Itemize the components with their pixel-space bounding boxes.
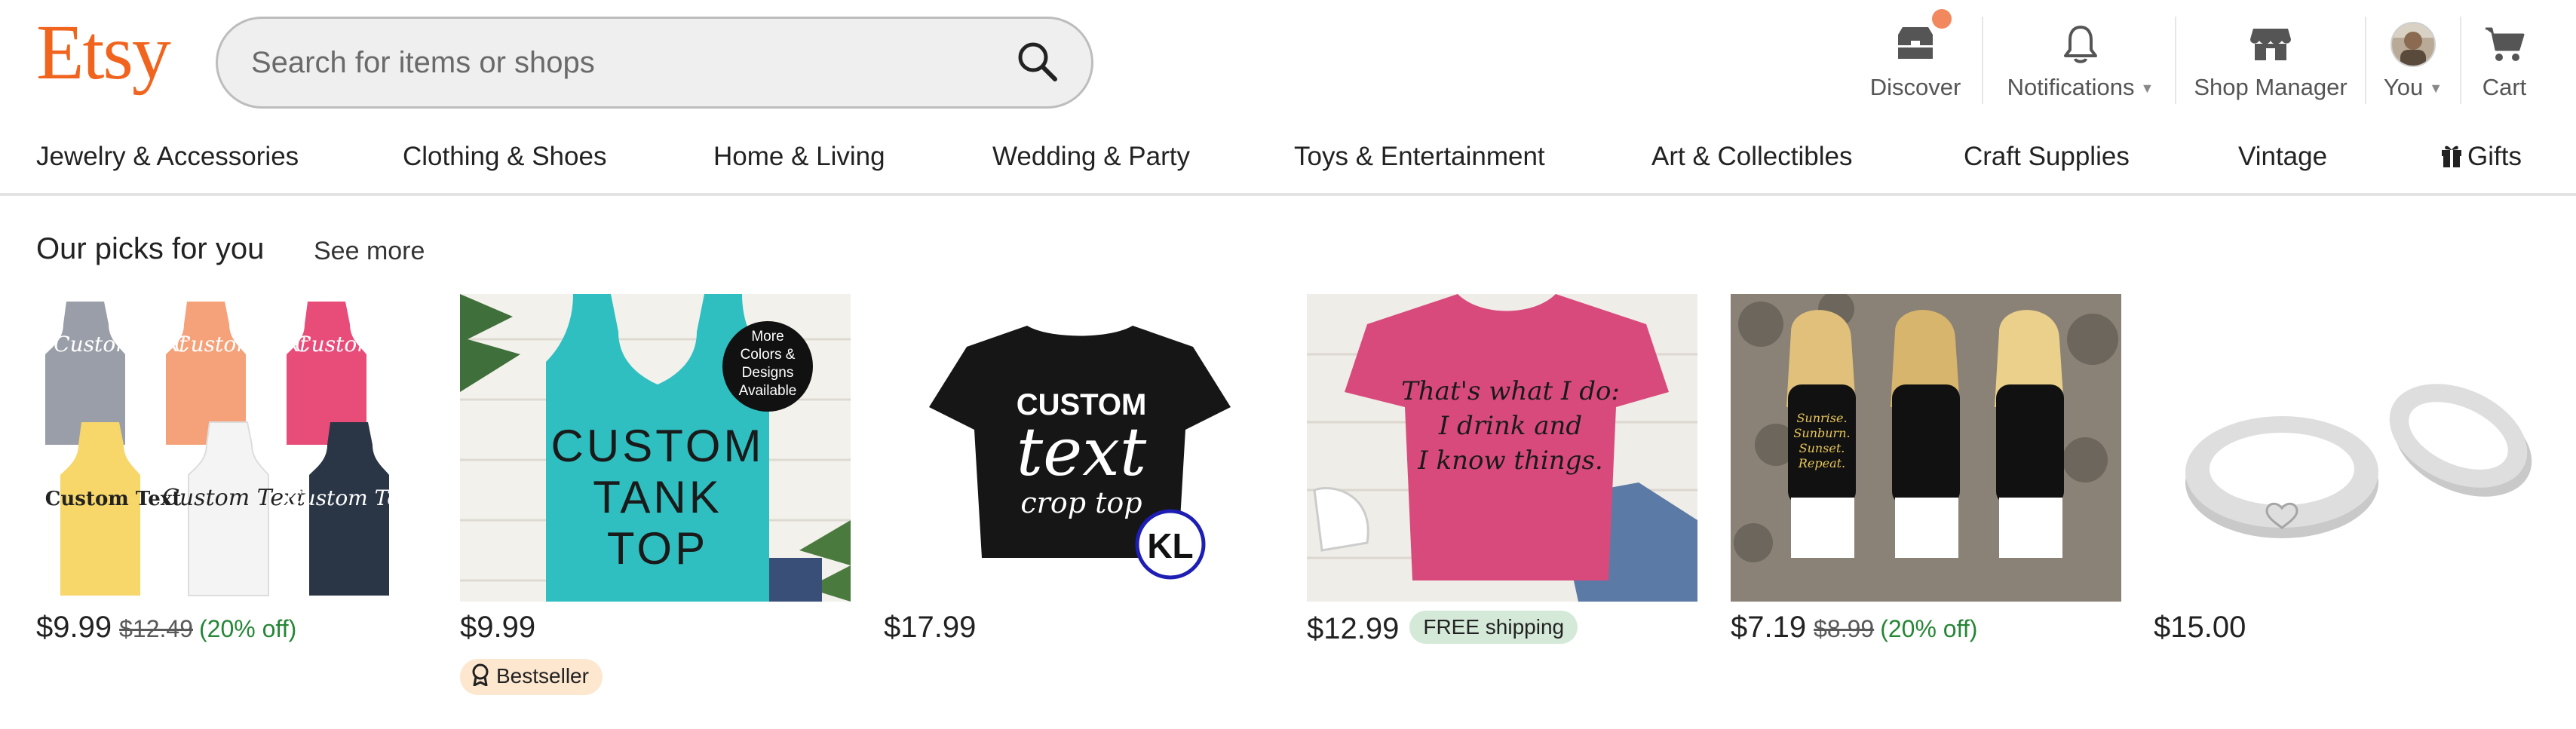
bell-icon bbox=[2057, 21, 2104, 68]
section-title: Our picks for you bbox=[36, 232, 265, 265]
sticker-text: Available bbox=[739, 383, 797, 399]
product-image: That's what I do: I drink and I know thi… bbox=[1307, 294, 1697, 602]
award-icon bbox=[472, 663, 489, 687]
tank-text: Custom Text bbox=[54, 332, 188, 357]
nav-discover-label: Discover bbox=[1869, 74, 1961, 100]
category-gifts-label: Gifts bbox=[2467, 142, 2522, 171]
product-card[interactable]: CUSTOM TANK TOP More Colors & Designs Av… bbox=[460, 294, 851, 716]
avatar bbox=[2390, 21, 2436, 68]
shirt-text: I drink and bbox=[1438, 411, 1582, 441]
nav-you[interactable]: You ▼ bbox=[2375, 15, 2451, 106]
nav-divider bbox=[2460, 17, 2461, 104]
nav-shop-manager[interactable]: Shop Manager bbox=[2184, 15, 2357, 106]
product-card[interactable]: Sunrise. Sunburn. Sunset. Repeat. $7.19 $… bbox=[1731, 294, 2121, 716]
tank-text: Sunburn. bbox=[1793, 426, 1850, 440]
nav-you-label: You bbox=[2383, 74, 2424, 100]
original-price: $12.49 bbox=[119, 615, 193, 642]
tank-text: Custom Text bbox=[162, 485, 306, 511]
sticker-text: Colors & bbox=[741, 347, 796, 363]
category-vintage[interactable]: Vintage bbox=[2238, 142, 2327, 172]
notification-dot bbox=[1932, 9, 1952, 29]
product-card[interactable]: CUSTOM text crop top KL $17.99 bbox=[884, 294, 1274, 716]
chevron-down-icon: ▼ bbox=[2429, 81, 2443, 96]
nav-notifications[interactable]: Notifications ▼ bbox=[1991, 15, 2170, 106]
product-card[interactable]: That's what I do: I drink and I know thi… bbox=[1307, 294, 1697, 716]
product-price: $9.99 bbox=[36, 611, 112, 644]
nav-divider bbox=[1982, 17, 1983, 104]
product-image bbox=[2154, 294, 2544, 602]
shirt-text: That's what I do: bbox=[1401, 376, 1620, 406]
category-craft[interactable]: Craft Supplies bbox=[1964, 142, 2130, 172]
nav-shop-manager-label: Shop Manager bbox=[2194, 74, 2348, 100]
nav-cart[interactable]: Cart bbox=[2470, 15, 2538, 106]
nav-divider bbox=[2365, 17, 2366, 104]
product-image: CUSTOM text crop top KL bbox=[884, 294, 1274, 602]
tank-text: Repeat. bbox=[1798, 456, 1845, 470]
tank-text: Sunrise. bbox=[1796, 411, 1847, 425]
category-jewelry[interactable]: Jewelry & Accessories bbox=[36, 142, 299, 172]
sticker-text: More bbox=[751, 329, 784, 345]
product-card[interactable]: $15.00 bbox=[2154, 294, 2544, 716]
shirt-text: text bbox=[1017, 413, 1147, 491]
nav-discover[interactable]: Discover bbox=[1863, 9, 1968, 106]
search-input[interactable] bbox=[251, 19, 960, 106]
shirt-text: I know things. bbox=[1417, 446, 1602, 476]
product-price: $15.00 bbox=[2154, 611, 2246, 644]
category-gifts[interactable]: Gifts bbox=[2440, 142, 2522, 172]
tank-text: CUSTOM bbox=[551, 421, 765, 471]
product-image: CUSTOM TANK TOP More Colors & Designs Av… bbox=[460, 294, 851, 602]
product-image: Custom Text Custom Text Custom Text Cust… bbox=[36, 294, 427, 602]
product-price: $17.99 bbox=[884, 611, 977, 644]
tank-text: Custom Text bbox=[174, 332, 308, 357]
sticker-text: Designs bbox=[742, 365, 794, 381]
tank-text: TANK bbox=[593, 472, 722, 522]
free-shipping-badge: FREE shipping bbox=[1409, 611, 1578, 644]
etsy-logo[interactable]: Etsy bbox=[36, 14, 171, 92]
header: Etsy Discover bbox=[0, 0, 2576, 121]
tank-text: Custom Text bbox=[286, 485, 420, 510]
product-image: Sunrise. Sunburn. Sunset. Repeat. bbox=[1731, 294, 2121, 602]
nav-divider bbox=[2175, 17, 2176, 104]
cart-icon bbox=[2481, 21, 2528, 68]
category-home[interactable]: Home & Living bbox=[713, 142, 885, 172]
chevron-down-icon: ▼ bbox=[2140, 81, 2154, 96]
category-clothing[interactable]: Clothing & Shoes bbox=[403, 142, 606, 172]
category-art[interactable]: Art & Collectibles bbox=[1651, 142, 1852, 172]
tank-text: Sunset. bbox=[1799, 441, 1845, 455]
product-price: $7.19 bbox=[1731, 611, 1807, 644]
tank-text: Custom Text bbox=[295, 332, 427, 357]
category-toys[interactable]: Toys & Entertainment bbox=[1294, 142, 1545, 172]
badge-label: Bestseller bbox=[496, 664, 589, 688]
gift-icon bbox=[2442, 145, 2461, 167]
product-price: $9.99 bbox=[460, 611, 536, 644]
shirt-text: crop top bbox=[1020, 486, 1142, 519]
product-price: $12.99 bbox=[1307, 612, 1400, 645]
product-card[interactable]: Custom Text Custom Text Custom Text Cust… bbox=[36, 294, 427, 716]
nav-notifications-label: Notifications bbox=[2007, 74, 2135, 100]
discount-label: (20% off) bbox=[198, 615, 297, 642]
nav-cart-label: Cart bbox=[2482, 74, 2527, 100]
discover-icon bbox=[1892, 21, 1939, 68]
search-bar bbox=[216, 17, 1093, 109]
discount-label: (20% off) bbox=[1880, 615, 1978, 642]
tank-text: Custom Text bbox=[45, 488, 182, 510]
see-more-link[interactable]: See more bbox=[314, 237, 425, 266]
shop-icon bbox=[2247, 21, 2294, 68]
category-nav: Jewelry & Accessories Clothing & Shoes H… bbox=[0, 121, 2576, 196]
brand-logo-text: KL bbox=[1147, 526, 1193, 565]
bestseller-badge: Bestseller bbox=[460, 659, 603, 695]
category-wedding[interactable]: Wedding & Party bbox=[992, 142, 1190, 172]
search-icon[interactable] bbox=[1013, 37, 1064, 88]
tank-text: TOP bbox=[607, 523, 708, 574]
original-price: $8.99 bbox=[1814, 615, 1875, 642]
